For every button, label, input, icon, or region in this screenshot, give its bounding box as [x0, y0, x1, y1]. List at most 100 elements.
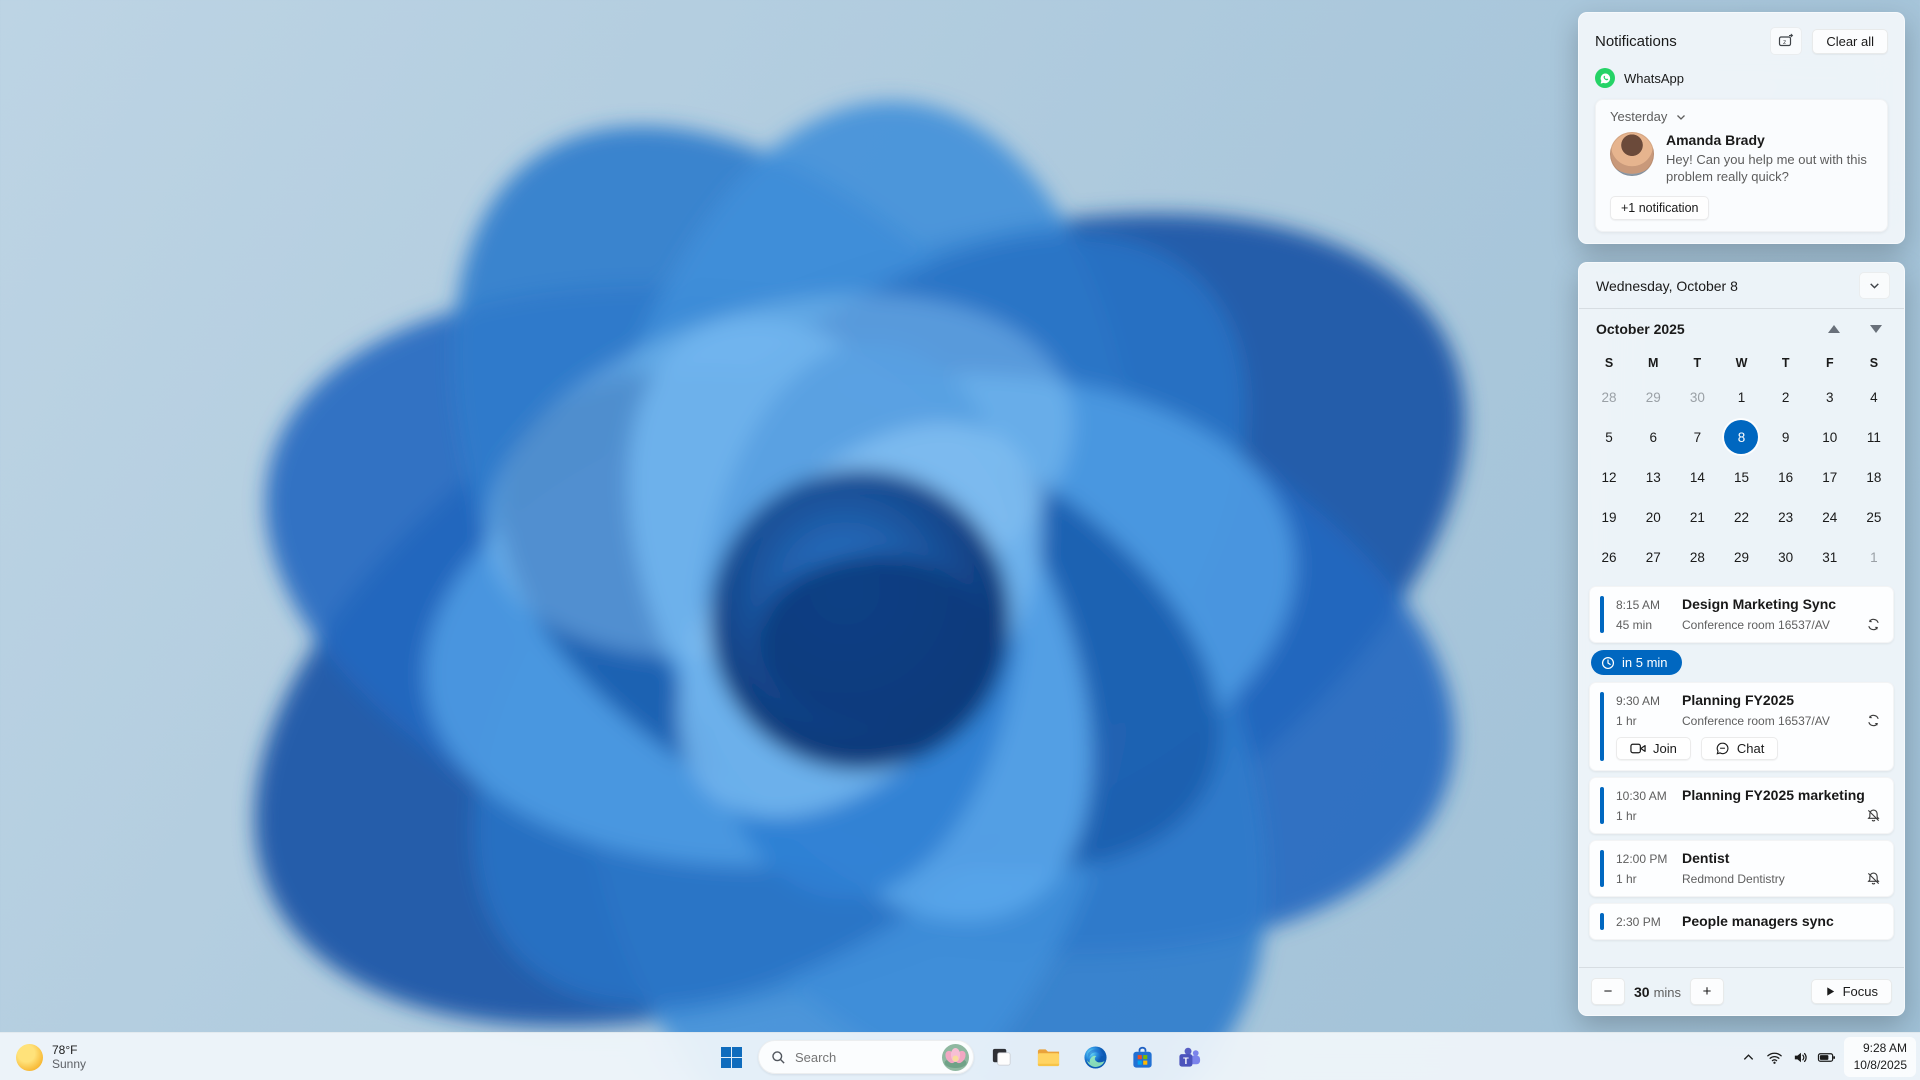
- event-duration: 45 min: [1616, 617, 1653, 632]
- calendar-day[interactable]: 1: [1852, 537, 1896, 577]
- event-time: 12:00 PM: [1616, 852, 1668, 866]
- calendar-next-month-button[interactable]: [1870, 325, 1882, 333]
- calendar-day[interactable]: 30: [1764, 537, 1808, 577]
- calendar-day[interactable]: 23: [1764, 497, 1808, 537]
- calendar-day[interactable]: 17: [1808, 457, 1852, 497]
- calendar-day[interactable]: 29: [1719, 537, 1763, 577]
- calendar-day[interactable]: 13: [1631, 457, 1675, 497]
- sunny-icon: [16, 1043, 43, 1071]
- calendar-day[interactable]: 11: [1852, 417, 1896, 457]
- event-accent-bar: [1600, 913, 1604, 930]
- clock-button[interactable]: 9:28 AM 10/8/2025: [1843, 1036, 1916, 1078]
- calendar-day[interactable]: 18: [1852, 457, 1896, 497]
- chevron-down-icon[interactable]: [1675, 111, 1687, 123]
- calendar-day[interactable]: 7: [1675, 417, 1719, 457]
- calendar-day[interactable]: 26: [1587, 537, 1631, 577]
- calendar-weekday-header: SMTWTFS: [1579, 349, 1904, 377]
- calendar-day[interactable]: 24: [1808, 497, 1852, 537]
- calendar-day[interactable]: 1: [1719, 377, 1763, 417]
- calendar-collapse-button[interactable]: [1859, 272, 1890, 299]
- calendar-day[interactable]: 27: [1631, 537, 1675, 577]
- agenda-event[interactable]: 10:30 AM Planning FY2025 marketing 1 hr: [1589, 777, 1894, 834]
- tray-date: 10/8/2025: [1853, 1058, 1907, 1072]
- calendar-day[interactable]: 31: [1808, 537, 1852, 577]
- calendar-day[interactable]: 6: [1631, 417, 1675, 457]
- do-not-disturb-button[interactable]: z: [1770, 27, 1803, 55]
- play-icon: [1826, 987, 1834, 996]
- microsoft-store-button[interactable]: [1122, 1037, 1162, 1077]
- event-duration: 1 hr: [1616, 871, 1637, 886]
- calendar-day[interactable]: 3: [1808, 377, 1852, 417]
- calendar-day[interactable]: 19: [1587, 497, 1631, 537]
- more-notifications-button[interactable]: +1 notification: [1610, 196, 1710, 221]
- calendar-day[interactable]: 15: [1719, 457, 1763, 497]
- calendar-date-header: Wednesday, October 8: [1579, 263, 1904, 309]
- calendar-weekday: F: [1825, 356, 1834, 370]
- agenda-event[interactable]: 12:00 PM Dentist 1 hr Redmond Dentistry: [1589, 840, 1894, 897]
- calendar-day[interactable]: 14: [1675, 457, 1719, 497]
- agenda-list[interactable]: 8:15 AM Design Marketing Sync 45 min Confer…: [1579, 577, 1904, 967]
- calendar-day[interactable]: 9: [1764, 417, 1808, 457]
- focus-duration-value: 30: [1634, 983, 1650, 1000]
- notifications-title: Notifications: [1595, 32, 1677, 50]
- join-button[interactable]: Join: [1616, 737, 1691, 760]
- calendar-day[interactable]: 12: [1587, 457, 1631, 497]
- calendar-prev-month-button[interactable]: [1828, 325, 1840, 333]
- calendar-day[interactable]: 5: [1587, 417, 1631, 457]
- search-input[interactable]: [795, 1049, 925, 1065]
- calendar-day[interactable]: 16: [1764, 457, 1808, 497]
- event-time: 9:30 AM: [1616, 694, 1661, 708]
- calendar-day[interactable]: 29: [1631, 377, 1675, 417]
- event-duration: 1 hr: [1616, 713, 1637, 728]
- chat-button[interactable]: Chat: [1700, 737, 1779, 760]
- event-duration: 1 hr: [1616, 808, 1637, 823]
- battery-icon: [1814, 1037, 1840, 1077]
- action-label: Chat: [1736, 741, 1765, 756]
- agenda-event[interactable]: 2:30 PM People managers sync: [1589, 903, 1894, 940]
- svg-text:T: T: [1183, 1055, 1189, 1065]
- calendar-day[interactable]: 20: [1631, 497, 1675, 537]
- calendar-day-selected[interactable]: 8: [1719, 417, 1763, 457]
- chevron-up-icon: [1743, 1053, 1754, 1060]
- notification-app-group[interactable]: WhatsApp: [1595, 66, 1888, 90]
- calendar-day[interactable]: 21: [1675, 497, 1719, 537]
- weather-widget[interactable]: 78°F Sunny: [6, 1036, 96, 1078]
- event-time: 8:15 AM: [1616, 598, 1661, 612]
- calendar-day[interactable]: 2: [1764, 377, 1808, 417]
- task-view-button[interactable]: [981, 1037, 1021, 1077]
- calendar-day[interactable]: 28: [1587, 377, 1631, 417]
- teams-button[interactable]: T: [1169, 1037, 1209, 1077]
- event-location: Conference room 16537/AV: [1682, 713, 1830, 728]
- calendar-day[interactable]: 30: [1675, 377, 1719, 417]
- weather-temperature: 78°F: [52, 1043, 78, 1057]
- agenda-event[interactable]: 9:30 AM Planning FY2025 1 hr Conference roo…: [1589, 682, 1894, 771]
- calendar-flyout: Wednesday, October 8 October 2025 S M T W T F…: [1578, 262, 1905, 1016]
- calendar-date-label: Wednesday, October 8: [1596, 277, 1738, 294]
- increase-minutes-button[interactable]: +: [1690, 978, 1725, 1005]
- file-explorer-icon: [1037, 1048, 1059, 1066]
- edge-button[interactable]: [1075, 1037, 1115, 1077]
- recurrence-icon: [1866, 713, 1881, 728]
- notification-card[interactable]: Yesterday Amanda Brady Hey! Can you help…: [1595, 99, 1888, 233]
- event-title: Planning FY2025 marketing: [1682, 787, 1865, 803]
- clear-all-button[interactable]: Clear all: [1812, 28, 1888, 54]
- quick-settings-button[interactable]: [1762, 1037, 1840, 1077]
- decrease-minutes-button[interactable]: −: [1591, 978, 1625, 1005]
- event-location: Conference room 16537/AV: [1682, 617, 1830, 632]
- calendar-day[interactable]: 4: [1852, 377, 1896, 417]
- reminder-pill: in 5 min: [1591, 650, 1682, 675]
- calendar-day[interactable]: 22: [1719, 497, 1763, 537]
- event-accent-bar: [1600, 596, 1604, 633]
- search-highlight-image[interactable]: [942, 1043, 969, 1071]
- show-hidden-icons-button[interactable]: [1736, 1037, 1762, 1077]
- calendar-day[interactable]: 10: [1808, 417, 1852, 457]
- calendar-day[interactable]: 25: [1852, 497, 1896, 537]
- calendar-day[interactable]: 28: [1675, 537, 1719, 577]
- file-explorer-button[interactable]: [1028, 1037, 1068, 1077]
- taskbar-search[interactable]: [758, 1040, 974, 1074]
- focus-button[interactable]: Focus: [1810, 979, 1892, 1004]
- notification-center: Notifications z Clear all WhatsApp Yeste…: [1578, 12, 1905, 244]
- agenda-event[interactable]: 8:15 AM Design Marketing Sync 45 min Confer…: [1589, 586, 1894, 643]
- start-button[interactable]: [711, 1037, 751, 1077]
- do-not-disturb-icon: z: [1779, 33, 1794, 47]
